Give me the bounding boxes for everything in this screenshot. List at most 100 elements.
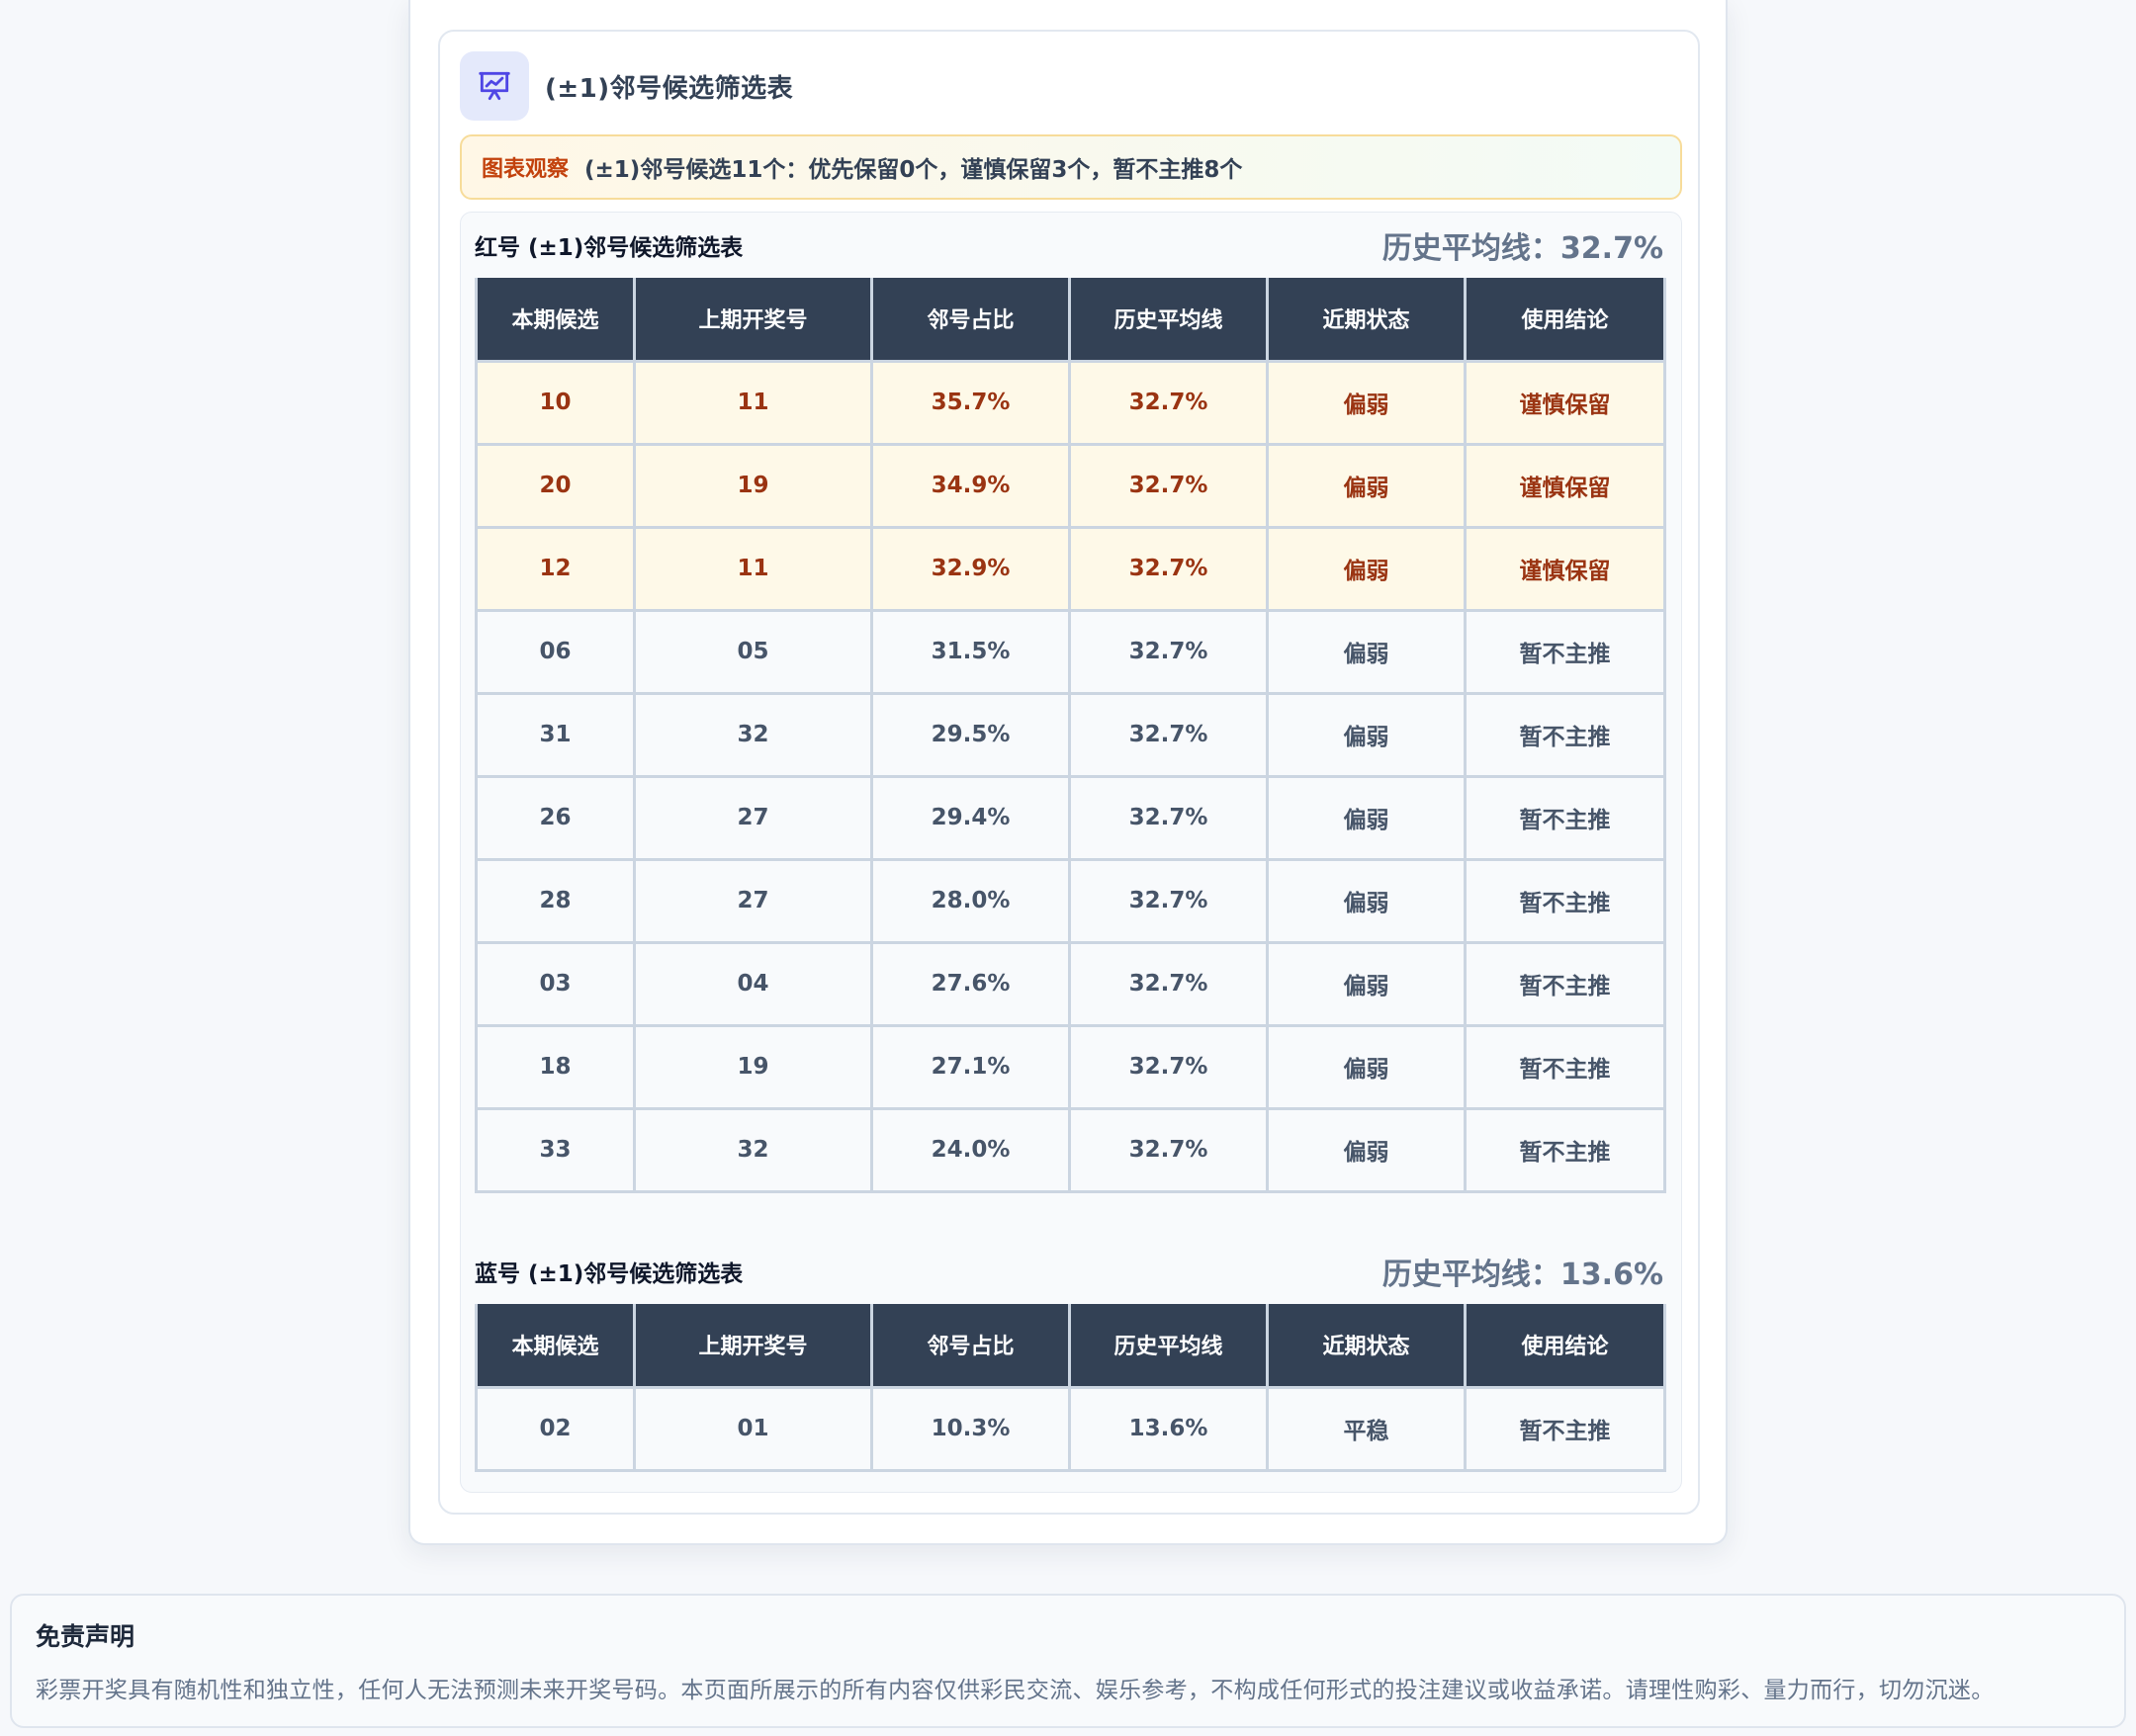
table-header-row: 本期候选 上期开奖号 邻号占比 历史平均线 近期状态 使用结论	[475, 278, 1666, 363]
table-row: 02 01 10.3% 13.6% 平稳 暂不主推	[475, 1385, 1666, 1472]
last-draw-cell: 04	[633, 940, 873, 1027]
red-history-average: 历史平均线：32.7%	[1381, 231, 1663, 266]
last-draw-cell: 19	[633, 442, 873, 529]
conclusion-cell: 暂不主推	[1464, 1023, 1666, 1110]
column-header: 邻号占比	[870, 1304, 1071, 1389]
card-header: (±1)邻号候选筛选表	[460, 51, 793, 121]
column-header: 近期状态	[1266, 278, 1467, 363]
neighbor-ratio-cell: 35.7%	[870, 359, 1071, 446]
presentation-chart-icon	[460, 51, 529, 121]
candidate-cell: 12	[475, 525, 636, 612]
table-row: 12 11 32.9% 32.7% 偏弱 谨慎保留	[475, 525, 1666, 612]
neighbor-ratio-cell: 34.9%	[870, 442, 1071, 529]
candidate-cell: 28	[475, 857, 636, 944]
candidate-cell: 10	[475, 359, 636, 446]
recent-status-cell: 偏弱	[1266, 774, 1467, 861]
history-average-cell: 32.7%	[1068, 774, 1269, 861]
last-draw-cell: 32	[633, 1106, 873, 1193]
table-row: 10 11 35.7% 32.7% 偏弱 谨慎保留	[475, 359, 1666, 446]
neighbor-candidate-card: (±1)邻号候选筛选表 图表观察 (±1)邻号候选11个：优先保留0个，谨慎保留…	[438, 30, 1700, 1515]
neighbor-ratio-cell: 10.3%	[870, 1385, 1071, 1472]
main-card: (±1)邻号候选筛选表 图表观察 (±1)邻号候选11个：优先保留0个，谨慎保留…	[408, 0, 1728, 1545]
column-header: 本期候选	[475, 1304, 636, 1389]
blue-table-title: 蓝号 (±1)邻号候选筛选表	[475, 1261, 744, 1287]
neighbor-ratio-cell: 28.0%	[870, 857, 1071, 944]
last-draw-cell: 05	[633, 608, 873, 695]
column-header: 使用结论	[1464, 1304, 1666, 1389]
history-average-cell: 32.7%	[1068, 1023, 1269, 1110]
table-row: 28 27 28.0% 32.7% 偏弱 暂不主推	[475, 857, 1666, 944]
recent-status-cell: 偏弱	[1266, 691, 1467, 778]
table-row: 18 19 27.1% 32.7% 偏弱 暂不主推	[475, 1023, 1666, 1110]
last-draw-cell: 27	[633, 857, 873, 944]
neighbor-ratio-cell: 32.9%	[870, 525, 1071, 612]
conclusion-cell: 谨慎保留	[1464, 525, 1666, 612]
candidate-cell: 31	[475, 691, 636, 778]
blue-history-average: 历史平均线：13.6%	[1381, 1258, 1663, 1292]
candidate-cell: 03	[475, 940, 636, 1027]
recent-status-cell: 平稳	[1266, 1385, 1467, 1472]
neighbor-ratio-cell: 31.5%	[870, 608, 1071, 695]
conclusion-cell: 暂不主推	[1464, 1106, 1666, 1193]
disclaimer-title: 免责声明	[36, 1622, 135, 1651]
candidate-cell: 26	[475, 774, 636, 861]
neighbor-ratio-cell: 27.6%	[870, 940, 1071, 1027]
column-header: 历史平均线	[1068, 1304, 1269, 1389]
disclaimer-panel: 免责声明 彩票开奖具有随机性和独立性，任何人无法预测未来开奖号码。本页面所展示的…	[10, 1594, 2126, 1728]
card-title: (±1)邻号候选筛选表	[545, 73, 794, 104]
history-average-cell: 32.7%	[1068, 1106, 1269, 1193]
red-section-header: 红号 (±1)邻号候选筛选表 历史平均线：32.7%	[475, 220, 1663, 270]
neighbor-ratio-cell: 29.4%	[870, 774, 1071, 861]
last-draw-cell: 19	[633, 1023, 873, 1110]
column-header: 使用结论	[1464, 278, 1666, 363]
conclusion-cell: 暂不主推	[1464, 774, 1666, 861]
table-row: 31 32 29.5% 32.7% 偏弱 暂不主推	[475, 691, 1666, 778]
last-draw-cell: 11	[633, 359, 873, 446]
recent-status-cell: 偏弱	[1266, 1106, 1467, 1193]
red-candidate-table: 本期候选 上期开奖号 邻号占比 历史平均线 近期状态 使用结论 10 11 35.7…	[475, 278, 1666, 1193]
observation-bar: 图表观察 (±1)邻号候选11个：优先保留0个，谨慎保留3个，暂不主推8个	[460, 134, 1682, 200]
last-draw-cell: 27	[633, 774, 873, 861]
recent-status-cell: 偏弱	[1266, 359, 1467, 446]
column-header: 上期开奖号	[633, 1304, 873, 1389]
neighbor-ratio-cell: 29.5%	[870, 691, 1071, 778]
recent-status-cell: 偏弱	[1266, 442, 1467, 529]
last-draw-cell: 01	[633, 1385, 873, 1472]
table-row: 33 32 24.0% 32.7% 偏弱 暂不主推	[475, 1106, 1666, 1193]
last-draw-cell: 32	[633, 691, 873, 778]
table-row: 03 04 27.6% 32.7% 偏弱 暂不主推	[475, 940, 1666, 1027]
history-average-cell: 13.6%	[1068, 1385, 1269, 1472]
last-draw-cell: 11	[633, 525, 873, 612]
observation-text: (±1)邻号候选11个：优先保留0个，谨慎保留3个，暂不主推8个	[584, 157, 1243, 183]
history-average-cell: 32.7%	[1068, 442, 1269, 529]
candidate-cell: 18	[475, 1023, 636, 1110]
conclusion-cell: 谨慎保留	[1464, 442, 1666, 529]
recent-status-cell: 偏弱	[1266, 608, 1467, 695]
column-header: 本期候选	[475, 278, 636, 363]
table-row: 26 27 29.4% 32.7% 偏弱 暂不主推	[475, 774, 1666, 861]
table-header-row: 本期候选 上期开奖号 邻号占比 历史平均线 近期状态 使用结论	[475, 1304, 1666, 1389]
column-header: 上期开奖号	[633, 278, 873, 363]
conclusion-cell: 暂不主推	[1464, 608, 1666, 695]
candidate-cell: 33	[475, 1106, 636, 1193]
table-row: 06 05 31.5% 32.7% 偏弱 暂不主推	[475, 608, 1666, 695]
neighbor-ratio-cell: 24.0%	[870, 1106, 1071, 1193]
conclusion-cell: 暂不主推	[1464, 940, 1666, 1027]
conclusion-cell: 暂不主推	[1464, 1385, 1666, 1472]
conclusion-cell: 暂不主推	[1464, 857, 1666, 944]
history-average-cell: 32.7%	[1068, 359, 1269, 446]
candidate-cell: 20	[475, 442, 636, 529]
disclaimer-text: 彩票开奖具有随机性和独立性，任何人无法预测未来开奖号码。本页面所展示的所有内容仅…	[36, 1678, 1995, 1703]
recent-status-cell: 偏弱	[1266, 525, 1467, 612]
table-panel: 红号 (±1)邻号候选筛选表 历史平均线：32.7% 本期候选 上期开奖号 邻号…	[460, 212, 1682, 1493]
history-average-cell: 32.7%	[1068, 691, 1269, 778]
history-average-cell: 32.7%	[1068, 857, 1269, 944]
neighbor-ratio-cell: 27.1%	[870, 1023, 1071, 1110]
blue-section-header: 蓝号 (±1)邻号候选筛选表 历史平均线：13.6%	[475, 1247, 1663, 1296]
history-average-cell: 32.7%	[1068, 940, 1269, 1027]
column-header: 邻号占比	[870, 278, 1071, 363]
candidate-cell: 06	[475, 608, 636, 695]
blue-candidate-table: 本期候选 上期开奖号 邻号占比 历史平均线 近期状态 使用结论 02 01 10.3…	[475, 1304, 1666, 1472]
conclusion-cell: 暂不主推	[1464, 691, 1666, 778]
column-header: 历史平均线	[1068, 278, 1269, 363]
